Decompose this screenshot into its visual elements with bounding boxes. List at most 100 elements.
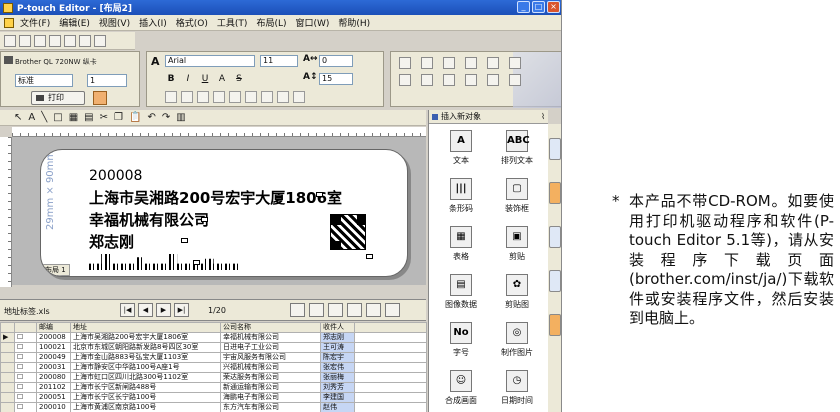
line-spacing-stepper[interactable]: 15 bbox=[319, 73, 353, 85]
align-left-icon[interactable] bbox=[165, 91, 177, 103]
print-preview-icon[interactable] bbox=[49, 34, 61, 47]
table-cell[interactable]: 100021 bbox=[36, 342, 71, 353]
copies-stepper[interactable]: 1 bbox=[87, 74, 127, 87]
table-cell[interactable]: 上海市金山路883号弘宝大厦1103室 bbox=[70, 352, 221, 363]
table-cell[interactable]: 上海市黄浦区南京路100号 bbox=[70, 402, 221, 412]
label-company[interactable]: 幸福机械有限公司 bbox=[89, 209, 209, 230]
column-header[interactable]: 公司名称 bbox=[220, 322, 321, 333]
object-button[interactable]: ◎ 制作图片 bbox=[489, 320, 545, 364]
table-row[interactable]: ☐ 200049 上海市金山路883号弘宝大厦1103室 宇宙风服务有限公司 陈宏宇 bbox=[0, 352, 427, 363]
print-mode-select[interactable]: 标准 bbox=[15, 74, 73, 87]
object-button[interactable]: ▢ 装饰框 bbox=[489, 176, 545, 220]
side-tab-layers[interactable] bbox=[549, 226, 561, 248]
search-icon[interactable] bbox=[290, 303, 305, 317]
column-header[interactable]: 收件人 bbox=[320, 322, 355, 333]
font-family-select[interactable]: Arial bbox=[165, 55, 255, 67]
object-button[interactable]: ▤ 图像数据 bbox=[433, 272, 489, 316]
redo-icon[interactable]: ↷ bbox=[162, 112, 170, 123]
strike-button[interactable]: S bbox=[233, 73, 245, 85]
layout-align-right-icon[interactable] bbox=[443, 57, 455, 69]
object-button[interactable]: ▣ 剪贴 bbox=[489, 224, 545, 268]
align-right-icon[interactable] bbox=[197, 91, 209, 103]
menu-view[interactable]: 视图(V) bbox=[99, 16, 130, 29]
table-cell[interactable]: 200031 bbox=[36, 362, 71, 373]
layout-distribute-h-icon[interactable] bbox=[465, 57, 477, 69]
database-icon[interactable] bbox=[79, 34, 91, 47]
side-tab-clipart[interactable] bbox=[549, 270, 561, 292]
column-header[interactable]: 地址 bbox=[70, 322, 221, 333]
print-options-icon[interactable] bbox=[93, 91, 107, 105]
font-size-select[interactable]: 11 bbox=[260, 55, 298, 67]
frame-tool-icon[interactable]: ▤ bbox=[84, 112, 93, 123]
table-row[interactable]: ☐ 200051 上海市长宁区长宁路100号 海鹏电子有限公司 李建国 bbox=[0, 392, 427, 403]
vertical-text-icon[interactable] bbox=[277, 91, 289, 103]
layout-grid-icon[interactable] bbox=[509, 57, 521, 69]
table-cell[interactable]: 上海市吴湘路200号宏宇大厦1806室 bbox=[70, 332, 221, 343]
select-arrow-icon[interactable]: ↖ bbox=[14, 112, 22, 123]
table-cell[interactable]: 日进电子工业公司 bbox=[220, 342, 321, 353]
table-cell[interactable]: 幸福机械有限公司 bbox=[220, 332, 321, 343]
table-row[interactable]: ▶ ☐ 200008 上海市吴湘路200号宏宇大厦1806室 幸福机械有限公司 郑志刚 bbox=[0, 332, 427, 343]
align-middle-icon[interactable] bbox=[245, 91, 257, 103]
shape-tool-icon[interactable]: □ bbox=[53, 112, 62, 123]
table-cell[interactable]: 宇宙风服务有限公司 bbox=[220, 352, 321, 363]
row-checkbox[interactable]: ☐ bbox=[14, 392, 37, 403]
layout-tab[interactable]: 布局 1 bbox=[41, 264, 70, 276]
panel-pin-icon[interactable]: ⌇ bbox=[541, 112, 545, 121]
first-record-button[interactable]: |◀ bbox=[120, 303, 135, 317]
justify-icon[interactable] bbox=[213, 91, 225, 103]
undo-icon[interactable]: ↶ bbox=[147, 112, 155, 123]
postal-barcode[interactable] bbox=[89, 254, 241, 270]
label-preview[interactable]: 29mm × 90mm 200008 上海市吴湘路200号宏宇大厦1806室 幸… bbox=[40, 149, 408, 277]
close-button[interactable]: × bbox=[547, 1, 560, 13]
document-icon[interactable] bbox=[4, 17, 14, 28]
table-cell[interactable]: 郑志刚 bbox=[320, 332, 355, 343]
label-address[interactable]: 上海市吴湘路200号宏宇大厦1806室 bbox=[89, 187, 342, 208]
print-button[interactable]: 打印 bbox=[31, 91, 85, 105]
table-row[interactable]: ☐ 200080 上海市虹口区四川北路300号1102室 荣达服务有限公司 张丽梅 bbox=[0, 372, 427, 383]
open-icon[interactable] bbox=[19, 34, 31, 47]
menu-layout[interactable]: 布局(L) bbox=[256, 16, 286, 29]
object-button[interactable]: No 字号 bbox=[433, 320, 489, 364]
save-icon[interactable] bbox=[34, 34, 46, 47]
row-checkbox[interactable]: ☐ bbox=[14, 402, 37, 412]
align-bottom-icon[interactable] bbox=[261, 91, 273, 103]
table-cell[interactable]: 东方汽车有限公司 bbox=[220, 402, 321, 412]
layout-distribute-v-icon[interactable] bbox=[465, 74, 477, 86]
table-cell[interactable]: 201102 bbox=[36, 382, 71, 393]
table-row[interactable]: ☐ 100021 北京市东城区朝阳路新发路8号四区30室 日进电子工业公司 王可涛 bbox=[0, 342, 427, 353]
tools-icon[interactable] bbox=[94, 34, 106, 47]
bold-button[interactable]: B bbox=[165, 73, 177, 85]
menu-help[interactable]: 帮助(H) bbox=[338, 16, 370, 29]
new-icon[interactable] bbox=[4, 34, 16, 47]
object-button[interactable]: ◷ 日期时间 bbox=[489, 368, 545, 412]
table-cell[interactable]: 上海市长宁区长宁路100号 bbox=[70, 392, 221, 403]
copy-icon[interactable]: ❐ bbox=[114, 112, 123, 123]
properties-icon[interactable]: ▥ bbox=[176, 112, 185, 123]
object-button[interactable]: ☺ 合成画面 bbox=[433, 368, 489, 412]
layout-align-center-icon[interactable] bbox=[421, 57, 433, 69]
column-header[interactable]: 邮编 bbox=[36, 322, 71, 333]
object-button[interactable]: ▦ 表格 bbox=[433, 224, 489, 268]
table-cell[interactable]: 200080 bbox=[36, 372, 71, 383]
menu-insert[interactable]: 插入(I) bbox=[139, 16, 167, 29]
object-button[interactable]: ABC 排列文本 bbox=[489, 128, 545, 172]
underline-button[interactable]: U bbox=[199, 73, 211, 85]
print-icon[interactable] bbox=[64, 34, 76, 47]
table-cell[interactable]: 荣达服务有限公司 bbox=[220, 372, 321, 383]
align-center-icon[interactable] bbox=[181, 91, 193, 103]
next-record-button[interactable]: ▶ bbox=[156, 303, 171, 317]
side-tab-database[interactable] bbox=[549, 314, 561, 336]
side-tab-properties[interactable] bbox=[549, 138, 561, 160]
menu-file[interactable]: 文件(F) bbox=[20, 16, 50, 29]
view-grid-icon[interactable] bbox=[366, 303, 381, 317]
table-cell[interactable]: 李建国 bbox=[320, 392, 355, 403]
object-button[interactable]: ||| 条形码 bbox=[433, 176, 489, 220]
label-postcode[interactable]: 200008 bbox=[89, 168, 142, 184]
menu-window[interactable]: 窗口(W) bbox=[295, 16, 329, 29]
prev-record-button[interactable]: ◀ bbox=[138, 303, 153, 317]
outline-button[interactable]: A bbox=[216, 73, 228, 85]
table-cell[interactable]: 张宏伟 bbox=[320, 362, 355, 373]
menu-format[interactable]: 格式(O) bbox=[176, 16, 208, 29]
row-checkbox[interactable]: ☐ bbox=[14, 372, 37, 383]
